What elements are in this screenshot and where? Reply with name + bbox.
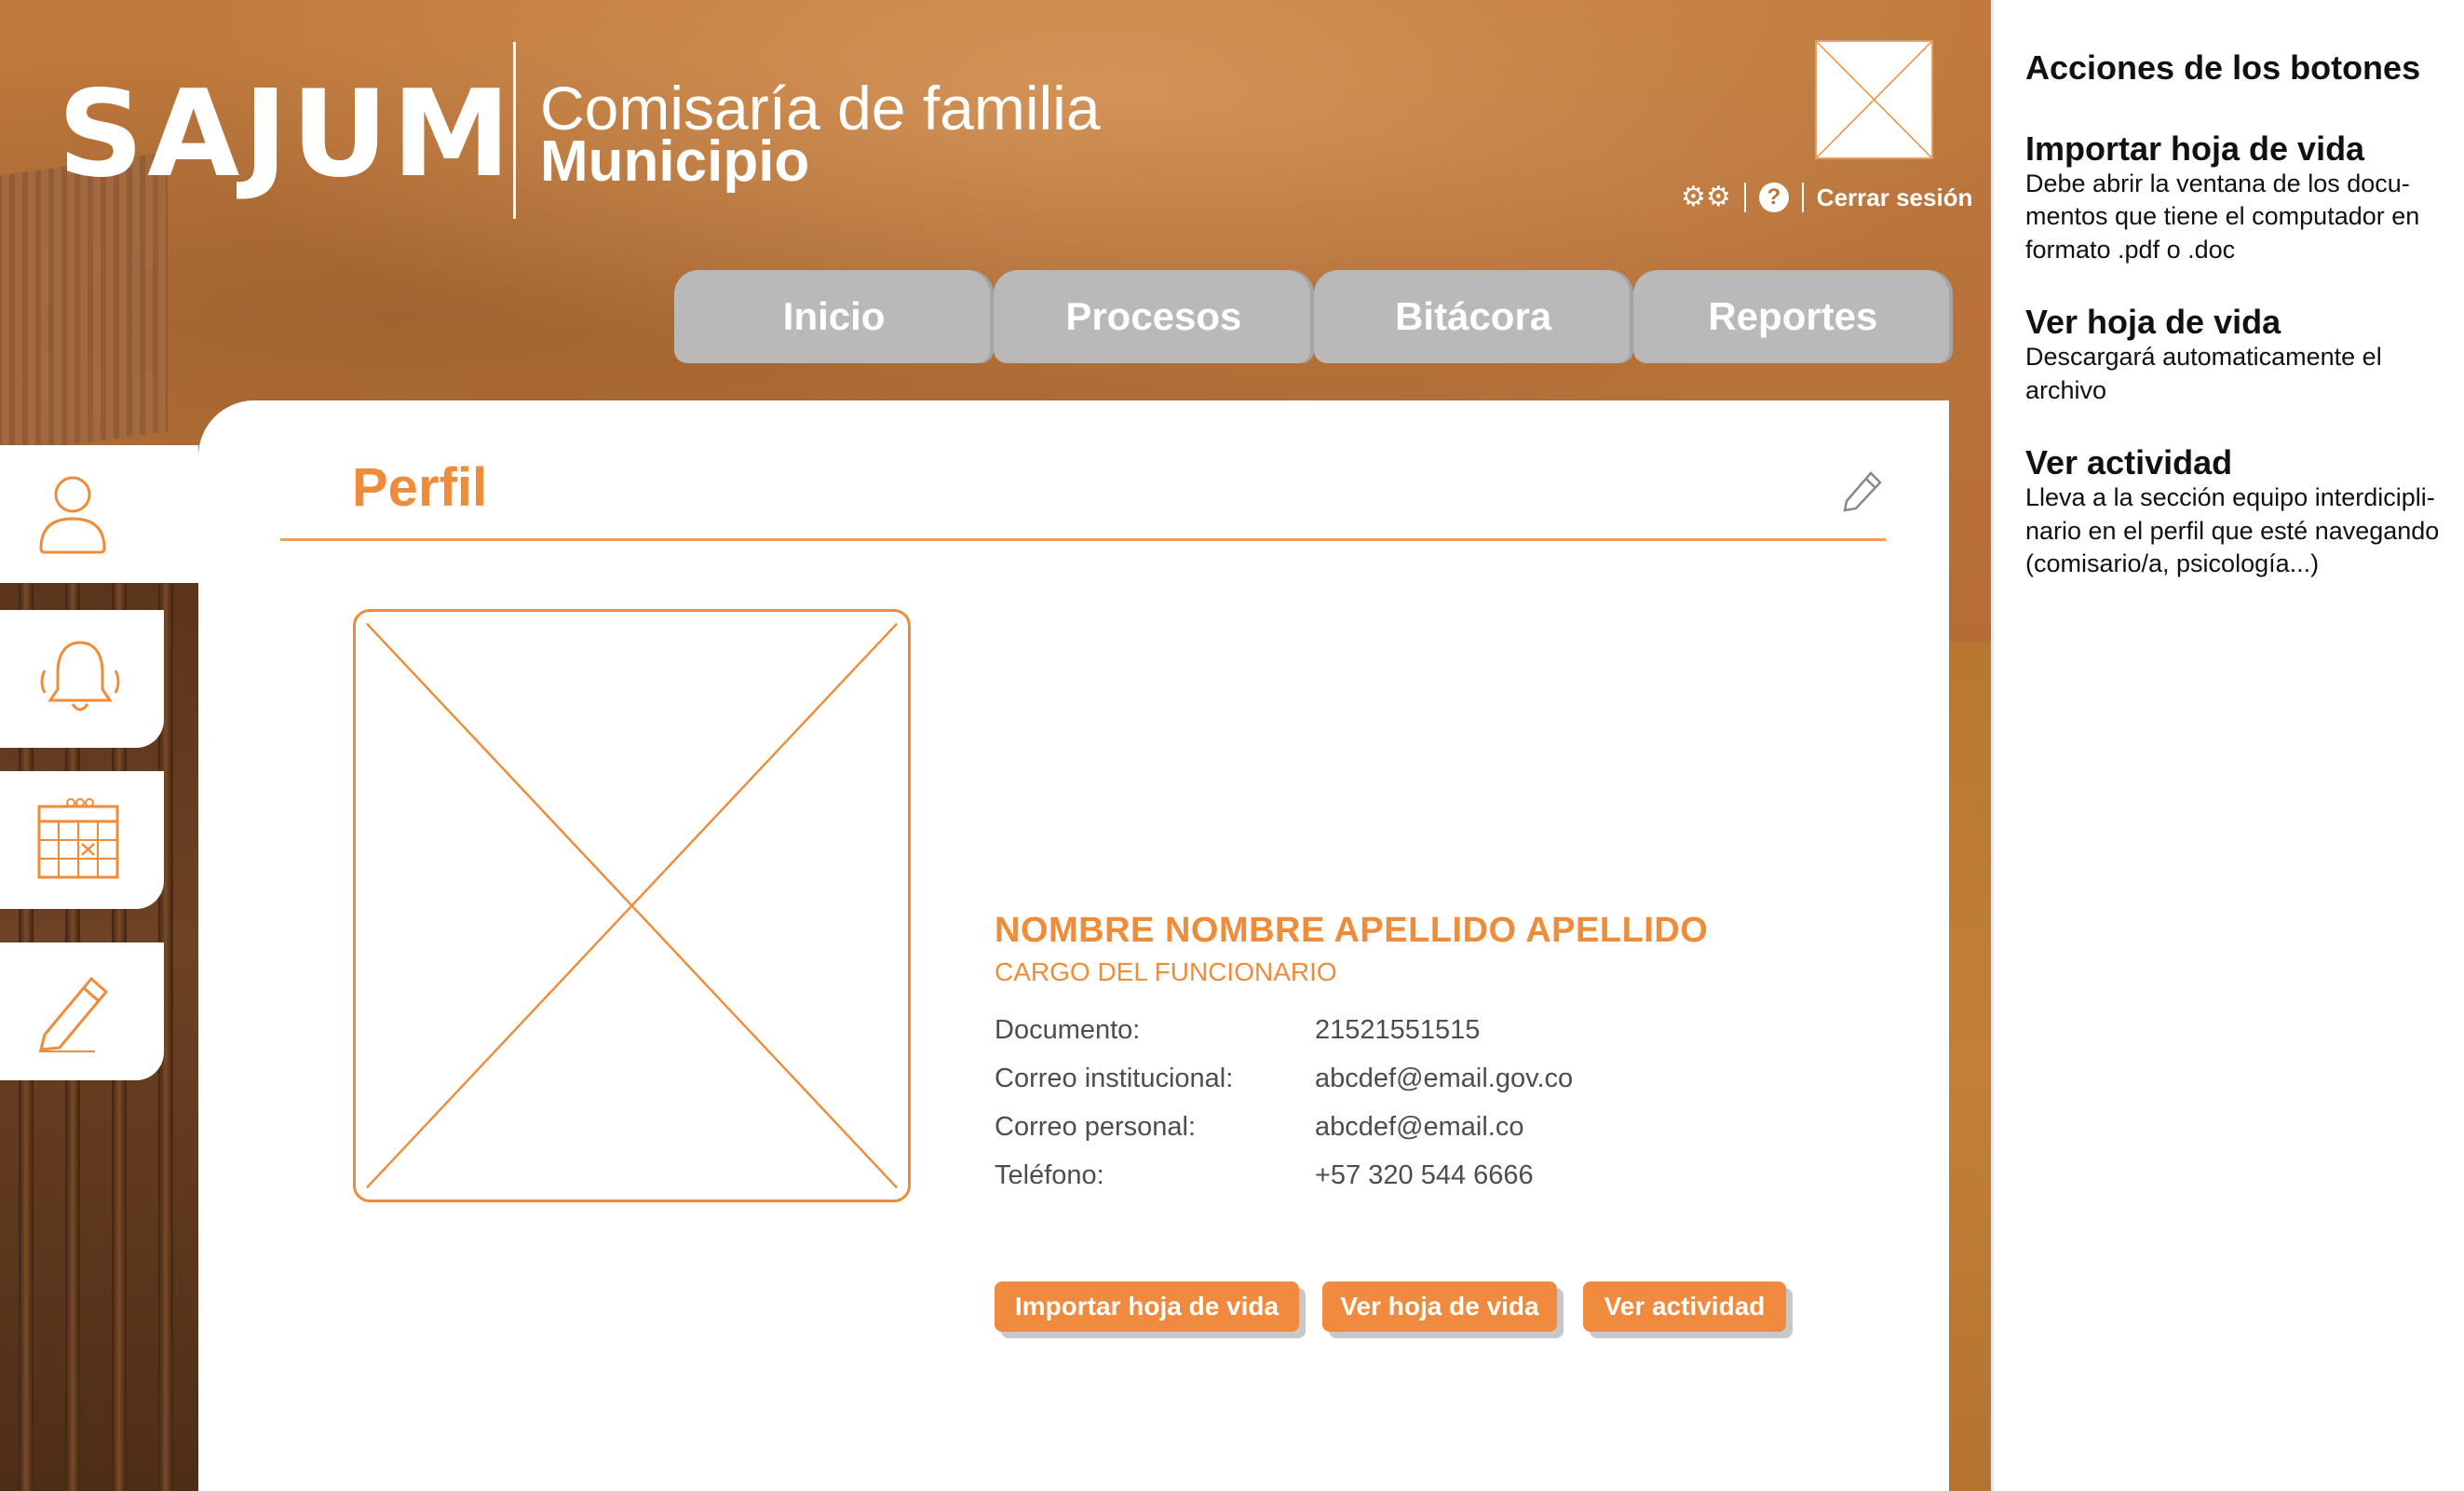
info-row-personal-email: Correo personal: abcdef@email.co [995,1103,1573,1151]
import-cv-button[interactable]: Importar hoja de vida [995,1281,1299,1332]
tab-bitacora[interactable]: Bitácora [1313,270,1633,363]
logout-link[interactable]: Cerrar sesión [1817,183,1973,212]
info-row-phone: Teléfono: +57 320 544 6666 [995,1151,1573,1200]
header-municipality: Municipio [540,129,810,194]
profile-photo [353,609,911,1202]
sidebar-item-notifications[interactable] [0,610,164,748]
info-label: Teléfono: [995,1159,1104,1190]
info-label: Correo personal: [995,1111,1196,1142]
tab-inicio[interactable]: Inicio [674,270,995,363]
bell-icon [40,641,120,712]
calendar-icon [37,798,119,879]
info-row-document: Documento: 21521551515 [995,1006,1573,1054]
annotation-description: Lleva a la sección equipo interdicipli-n… [2025,482,2440,578]
annotation-title: Importar hoja de vida [2025,129,2365,168]
info-label: Correo institucional: [995,1063,1234,1093]
info-value: abcdef@email.gov.co [1315,1063,1574,1093]
sidebar-item-profile[interactable] [0,445,198,583]
info-value: 21521551515 [1315,1014,1481,1045]
info-value: abcdef@email.co [1315,1111,1524,1142]
image-placeholder-icon [1817,42,1931,157]
view-cv-button[interactable]: Ver hoja de vida [1322,1281,1557,1332]
info-value: +57 320 544 6666 [1315,1159,1534,1190]
info-label: Documento: [995,1014,1141,1045]
app-logo[interactable]: SAJUM [58,65,514,204]
image-placeholder-icon [366,622,898,1189]
main-nav: Inicio Procesos Bitácora Reportes [674,270,1953,363]
header-divider [513,42,516,219]
pencil-icon [39,976,109,1052]
view-activity-button[interactable]: Ver actividad [1583,1281,1786,1332]
page-title: Perfil [352,457,488,518]
employee-name: NOMBRE NOMBRE APELLIDO APELLIDO [995,911,1709,950]
tools-divider [1743,183,1746,212]
annotation-description: Descargará automaticamente el archivo [2025,343,2382,404]
employee-info: Documento: 21521551515 Correo institucio… [995,1006,1573,1200]
user-tools: ⚙⚙ ? Cerrar sesión [1681,179,1972,216]
tab-reportes[interactable]: Reportes [1632,270,1953,363]
annotation-view-cv: Ver hoja de vida Descargará automaticame… [2025,304,2464,407]
user-icon [39,476,106,554]
annotation-title: Ver hoja de vida [2025,303,2281,342]
tools-divider [1801,183,1804,212]
annotation-import-cv: Importar hoja de vida Debe abrir la vent… [2025,130,2464,266]
annotation-description: Debe abrir la ventana de los docu-mentos… [2025,169,2420,264]
profile-panel: Perfil NOMBRE NOMBRE APELLIDO APELLIDO C… [198,400,1949,1491]
pencil-icon [1843,471,1882,512]
user-avatar[interactable] [1815,40,1933,159]
info-row-institutional-email: Correo institucional: abcdef@email.gov.c… [995,1054,1573,1103]
annotations-panel: Acciones de los botones Importar hoja de… [1991,0,2464,1491]
gears-icon[interactable]: ⚙⚙ [1681,183,1731,211]
annotation-title: Ver actividad [2025,443,2233,482]
edit-profile-button[interactable] [1839,466,1886,512]
annotation-view-activity: Ver actividad Lleva a la sección equipo … [2025,444,2464,580]
annotations-heading: Acciones de los botones [2025,48,2421,87]
sidebar-item-edit[interactable] [0,942,164,1080]
help-icon[interactable]: ? [1758,183,1789,212]
employee-role: CARGO DEL FUNCIONARIO [995,957,1337,986]
tab-procesos[interactable]: Procesos [994,270,1314,363]
title-divider [280,538,1886,541]
sidebar-item-calendar[interactable] [0,771,164,909]
